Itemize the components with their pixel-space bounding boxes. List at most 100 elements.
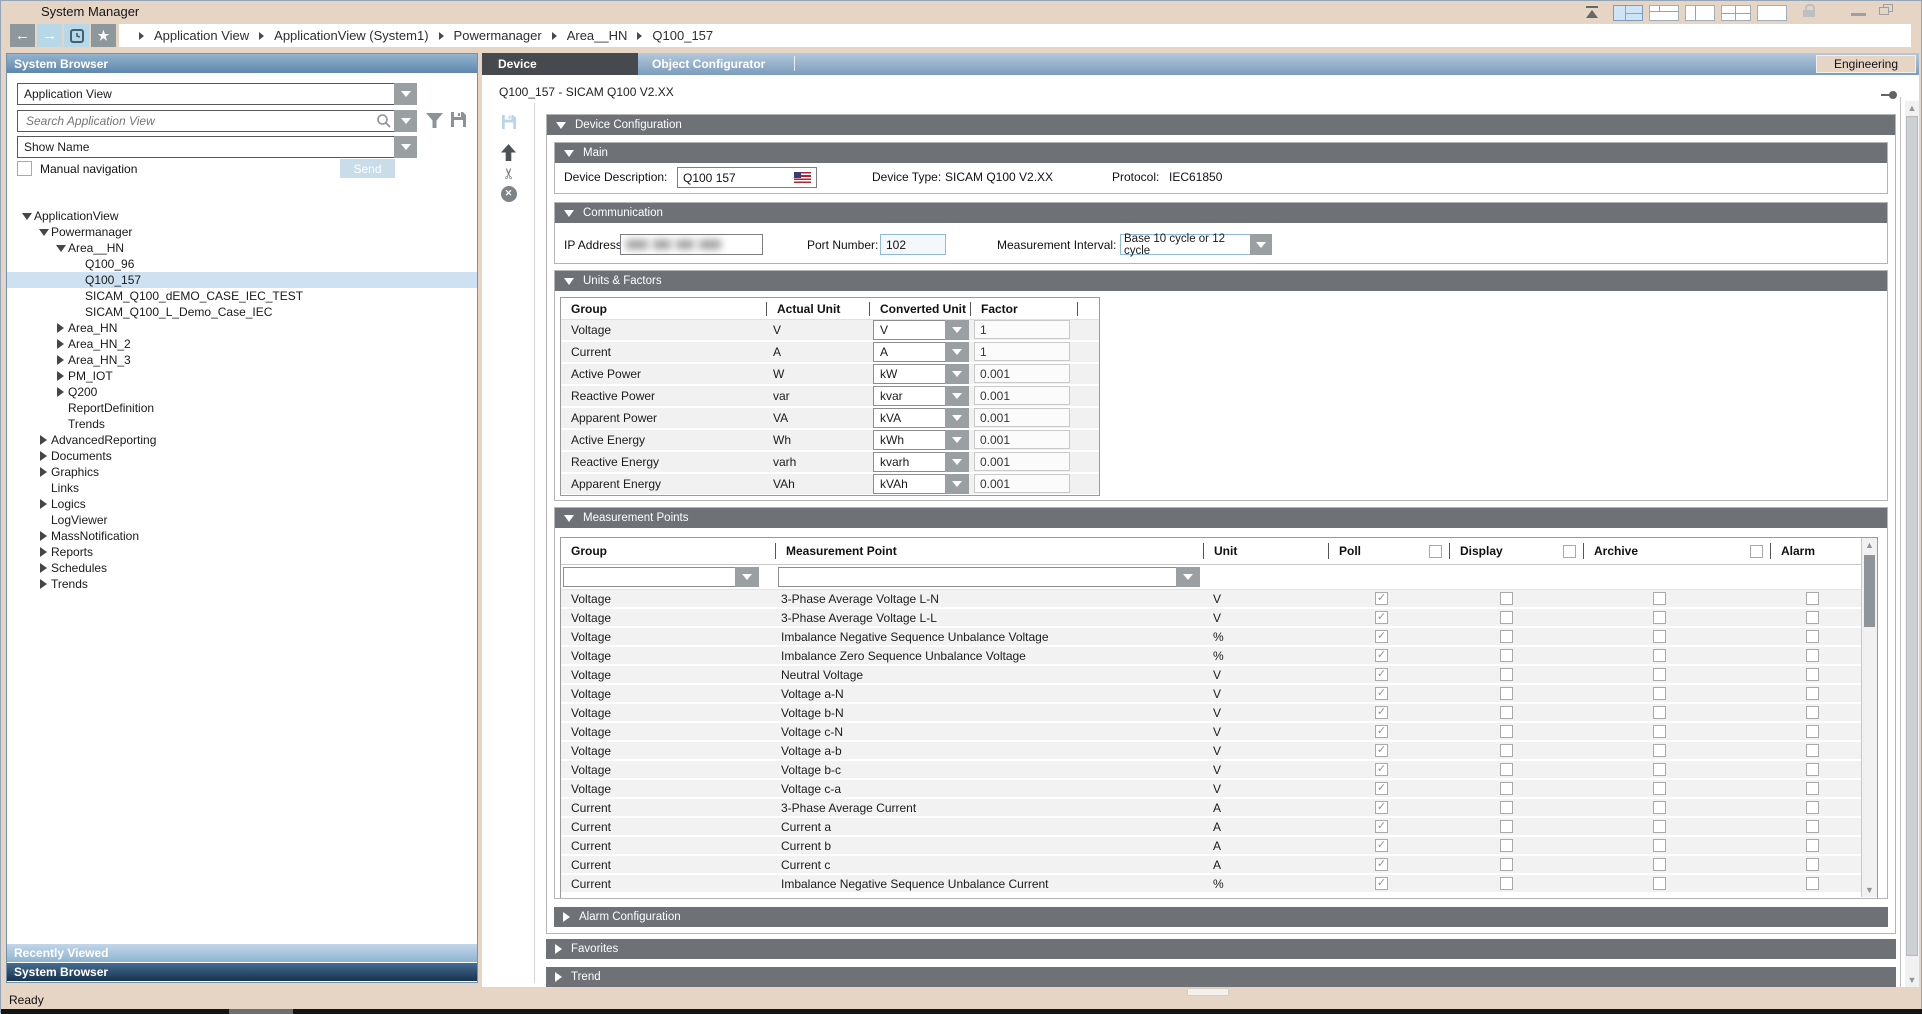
move-up-icon[interactable] — [500, 144, 517, 161]
converted-unit-selector[interactable]: kvarh — [873, 452, 969, 472]
scroll-down-icon[interactable]: ▼ — [1862, 883, 1877, 897]
measurement-point-row[interactable]: CurrentCurrent cA✓ — [561, 856, 1877, 873]
display-checkbox[interactable] — [1500, 611, 1513, 624]
chevron-down-icon[interactable] — [945, 474, 969, 494]
display-checkbox[interactable] — [1500, 763, 1513, 776]
tree-expander-icon[interactable] — [53, 245, 68, 252]
chevron-down-icon[interactable] — [1250, 234, 1272, 255]
archive-checkbox[interactable] — [1653, 630, 1666, 643]
display-checkbox[interactable] — [1500, 877, 1513, 890]
display-checkbox[interactable] — [1500, 820, 1513, 833]
layout-grid-icon[interactable] — [1721, 5, 1751, 21]
poll-checkbox[interactable]: ✓ — [1375, 858, 1388, 871]
converted-unit-selector[interactable]: kWh — [873, 430, 969, 450]
measurement-point-row[interactable]: CurrentCurrent bA✓ — [561, 837, 1877, 854]
cancel-icon[interactable]: ✕ — [500, 185, 517, 202]
save-filter-icon[interactable] — [450, 111, 467, 133]
tab-object-configurator[interactable]: Object Configurator — [638, 53, 765, 75]
pin-icon[interactable] — [1881, 91, 1897, 99]
filter-icon[interactable] — [426, 113, 443, 133]
collapse-panel-icon[interactable] — [1584, 6, 1600, 19]
tree-item[interactable]: Powermanager — [7, 224, 477, 240]
group-filter-selector[interactable] — [563, 567, 759, 587]
breadcrumb-item[interactable]: Powermanager — [454, 28, 542, 43]
converted-unit-selector[interactable]: kW — [873, 364, 969, 384]
alarm-checkbox[interactable] — [1806, 839, 1819, 852]
breadcrumb-item[interactable]: Area__HN — [567, 28, 628, 43]
scroll-down-icon[interactable]: ▼ — [1905, 973, 1919, 987]
tree-expander-icon[interactable] — [53, 387, 68, 397]
alarm-checkbox[interactable] — [1806, 744, 1819, 757]
column-select-all-checkbox[interactable] — [1750, 545, 1763, 558]
measurement-point-row[interactable]: VoltageNeutral VoltageV✓ — [561, 666, 1877, 683]
chevron-down-icon[interactable] — [945, 452, 969, 472]
chevron-down-icon[interactable] — [394, 110, 417, 132]
alarm-checkbox[interactable] — [1806, 687, 1819, 700]
tree-item[interactable]: SICAM_Q100_dEMO_CASE_IEC_TEST — [7, 288, 477, 304]
measurement-point-row[interactable]: Voltage3-Phase Average Voltage L-NV✓ — [561, 590, 1877, 607]
port-number-input[interactable]: 102 — [880, 234, 946, 255]
search-combo[interactable] — [17, 110, 417, 132]
layout-split-top-icon[interactable] — [1649, 5, 1679, 21]
chevron-down-icon[interactable] — [1176, 567, 1200, 587]
factor-input[interactable]: 0.001 — [974, 474, 1070, 493]
alarm-checkbox[interactable] — [1806, 611, 1819, 624]
tree-item[interactable]: SICAM_Q100_L_Demo_Case_IEC — [7, 304, 477, 320]
archive-checkbox[interactable] — [1653, 611, 1666, 624]
alarm-configuration-header[interactable]: Alarm Configuration — [554, 907, 1888, 927]
minimize-button[interactable] — [1851, 13, 1866, 16]
measurement-point-row[interactable]: VoltageVoltage b-NV✓ — [561, 704, 1877, 721]
alarm-checkbox[interactable] — [1806, 820, 1819, 833]
poll-checkbox[interactable]: ✓ — [1375, 801, 1388, 814]
tree-item[interactable]: MassNotification — [7, 528, 477, 544]
poll-checkbox[interactable]: ✓ — [1375, 782, 1388, 795]
poll-checkbox[interactable]: ✓ — [1375, 668, 1388, 681]
alarm-checkbox[interactable] — [1806, 877, 1819, 890]
factor-input[interactable]: 0.001 — [974, 452, 1070, 471]
layout-single-icon[interactable] — [1757, 5, 1787, 21]
poll-checkbox[interactable]: ✓ — [1375, 687, 1388, 700]
tree-item[interactable]: Area_HN — [7, 320, 477, 336]
alarm-checkbox[interactable] — [1806, 592, 1819, 605]
archive-checkbox[interactable] — [1653, 725, 1666, 738]
poll-checkbox[interactable]: ✓ — [1375, 877, 1388, 890]
archive-checkbox[interactable] — [1653, 763, 1666, 776]
measurement-point-row[interactable]: CurrentCurrent aA✓ — [561, 818, 1877, 835]
device-description-input[interactable]: Q100 157 — [677, 167, 817, 188]
measurement-points-header[interactable]: Measurement Points — [555, 508, 1887, 528]
tree-expander-icon[interactable] — [36, 229, 51, 236]
scroll-up-icon[interactable]: ▲ — [1905, 101, 1919, 115]
factor-input[interactable]: 0.001 — [974, 386, 1070, 405]
archive-checkbox[interactable] — [1653, 706, 1666, 719]
converted-unit-selector[interactable]: kVAh — [873, 474, 969, 494]
system-browser-bar[interactable]: System Browser — [7, 963, 477, 981]
archive-checkbox[interactable] — [1653, 877, 1666, 890]
tree-item[interactable]: Area_HN_2 — [7, 336, 477, 352]
tree-item[interactable]: Q100_157 — [7, 272, 477, 288]
tree-item[interactable]: Reports — [7, 544, 477, 560]
tree-item[interactable]: Trends — [7, 576, 477, 592]
converted-unit-selector[interactable]: A — [873, 342, 969, 362]
tree-expander-icon[interactable] — [36, 579, 51, 589]
recently-viewed-bar[interactable]: Recently Viewed — [7, 944, 477, 962]
factor-input[interactable]: 1 — [974, 342, 1070, 361]
table-vertical-scrollbar[interactable]: ▲▼ — [1861, 538, 1877, 897]
poll-checkbox[interactable]: ✓ — [1375, 725, 1388, 738]
column-select-all-checkbox[interactable] — [1429, 545, 1442, 558]
measurement-point-row[interactable]: VoltageVoltage b-cV✓ — [561, 761, 1877, 778]
tree-item[interactable]: Graphics — [7, 464, 477, 480]
poll-checkbox[interactable]: ✓ — [1375, 630, 1388, 643]
measurement-point-row[interactable]: CurrentImbalance Negative Sequence Unbal… — [561, 875, 1877, 892]
main-vertical-scrollbar[interactable]: ▲ ▼ — [1905, 101, 1919, 987]
main-section-header[interactable]: Main — [555, 143, 1887, 163]
tree-expander-icon[interactable] — [19, 213, 34, 220]
poll-checkbox[interactable]: ✓ — [1375, 649, 1388, 662]
display-checkbox[interactable] — [1500, 744, 1513, 757]
scrollbar-thumb[interactable] — [1906, 116, 1918, 956]
alarm-checkbox[interactable] — [1806, 801, 1819, 814]
tree-item[interactable]: Area_HN_3 — [7, 352, 477, 368]
tree-expander-icon[interactable] — [53, 339, 68, 349]
tree-item[interactable]: Documents — [7, 448, 477, 464]
archive-checkbox[interactable] — [1653, 858, 1666, 871]
trend-header[interactable]: Trend — [546, 967, 1896, 987]
